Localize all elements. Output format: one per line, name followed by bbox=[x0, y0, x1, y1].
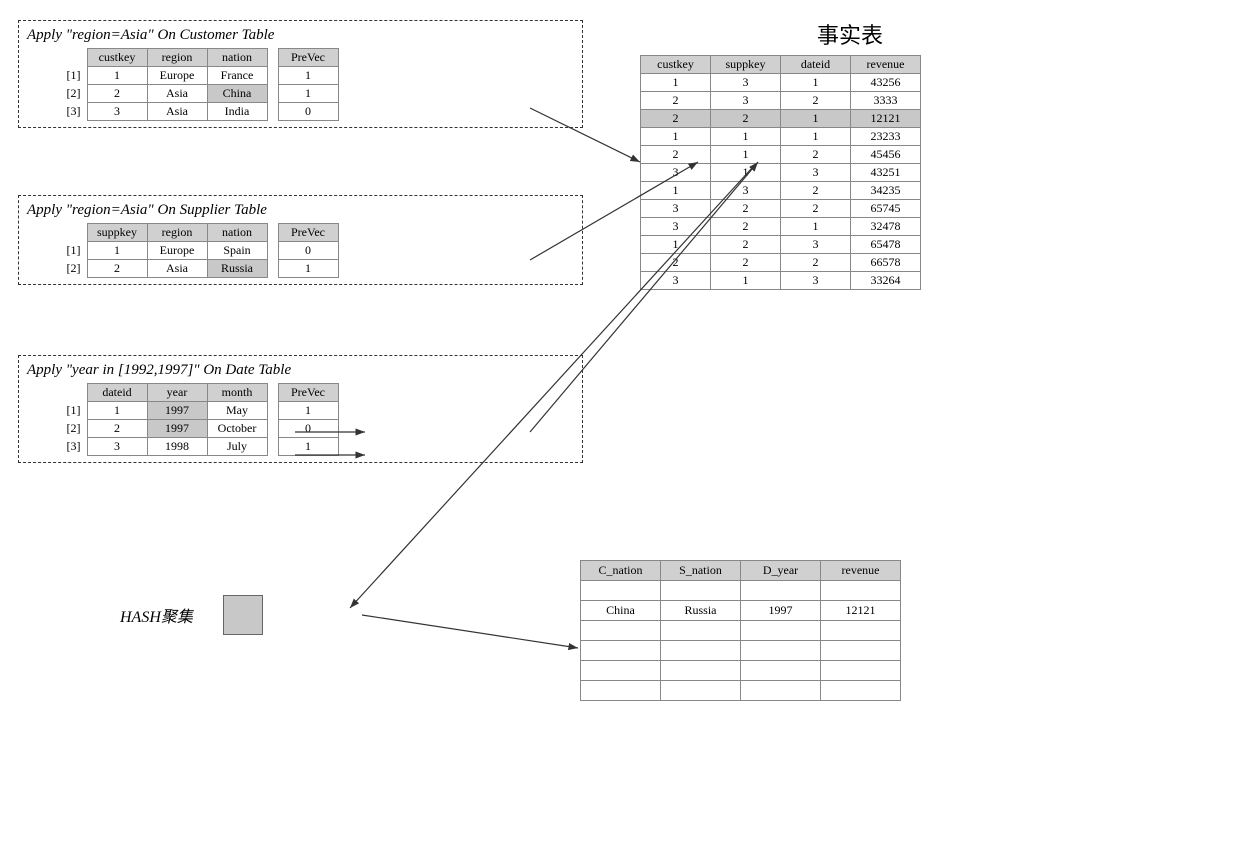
date-row-3: [3] 3 1998 July bbox=[27, 438, 267, 456]
result-table: C_nation S_nation D_year revenue ChinaRu… bbox=[580, 560, 901, 701]
hash-label: HASH聚集 bbox=[120, 603, 193, 627]
supplier-col-nation: nation bbox=[207, 224, 267, 242]
customer-row-3: [3] 3 Asia India bbox=[27, 103, 267, 121]
customer-title: Apply "region=Asia" On Customer Table bbox=[27, 27, 574, 44]
date-table: dateid year month [1] 1 1997 May [2] 2 bbox=[27, 383, 268, 456]
supplier-table: suppkey region nation [1] 1 Europe Spain… bbox=[27, 223, 268, 278]
date-table-area: dateid year month [1] 1 1997 May [2] 2 bbox=[27, 383, 574, 456]
main-container: 事实表 Apply "region=Asia" On Customer Tabl… bbox=[0, 0, 1240, 851]
fact-row: 31343251 bbox=[641, 164, 921, 182]
customer-row-1: [1] 1 Europe France bbox=[27, 67, 267, 85]
result-col-snation: S_nation bbox=[661, 561, 741, 581]
fact-row: 32132478 bbox=[641, 218, 921, 236]
fact-table-container: custkey suppkey dateid revenue 13143256 … bbox=[640, 55, 921, 290]
date-col-month: month bbox=[207, 384, 267, 402]
date-row-2: [2] 2 1997 October bbox=[27, 420, 267, 438]
result-row-empty bbox=[581, 621, 901, 641]
date-prevec-table: PreVec 1 0 1 bbox=[278, 383, 339, 456]
hash-box bbox=[223, 595, 263, 635]
supplier-row-2: [2] 2 Asia Russia bbox=[27, 260, 267, 278]
fact-col-suppkey: suppkey bbox=[711, 56, 781, 74]
fact-row-shaded: 22112121 bbox=[641, 110, 921, 128]
result-col-dyear: D_year bbox=[741, 561, 821, 581]
result-row-empty bbox=[581, 581, 901, 601]
supplier-title: Apply "region=Asia" On Supplier Table bbox=[27, 202, 574, 219]
date-row-1: [1] 1 1997 May bbox=[27, 402, 267, 420]
result-row-empty bbox=[581, 681, 901, 701]
customer-col-nation: nation bbox=[207, 49, 267, 67]
date-section: Apply "year in [1992,1997]" On Date Tabl… bbox=[18, 355, 583, 463]
fact-row: 31333264 bbox=[641, 272, 921, 290]
supplier-prevec-table: PreVec 0 1 bbox=[278, 223, 339, 278]
supplier-row-1: [1] 1 Europe Spain bbox=[27, 242, 267, 260]
customer-section: Apply "region=Asia" On Customer Table cu… bbox=[18, 20, 583, 128]
date-col-dateid: dateid bbox=[87, 384, 147, 402]
date-title: Apply "year in [1992,1997]" On Date Tabl… bbox=[27, 362, 574, 379]
fact-row: 11123233 bbox=[641, 128, 921, 146]
fact-col-dateid: dateid bbox=[781, 56, 851, 74]
customer-col-region: region bbox=[147, 49, 207, 67]
fact-row: 13143256 bbox=[641, 74, 921, 92]
customer-prevec-table: PreVec 1 1 0 bbox=[278, 48, 339, 121]
result-row-empty bbox=[581, 661, 901, 681]
fact-col-revenue: revenue bbox=[851, 56, 921, 74]
result-col-revenue: revenue bbox=[821, 561, 901, 581]
arrow-hash-to-result bbox=[362, 615, 578, 648]
customer-table-area: custkey region nation [1] 1 Europe Franc… bbox=[27, 48, 574, 121]
fact-table: custkey suppkey dateid revenue 13143256 … bbox=[640, 55, 921, 290]
result-row-data: ChinaRussia199712121 bbox=[581, 601, 901, 621]
zh-title: 事实表 bbox=[700, 18, 1000, 50]
customer-table: custkey region nation [1] 1 Europe Franc… bbox=[27, 48, 268, 121]
fact-col-custkey: custkey bbox=[641, 56, 711, 74]
result-table-container: C_nation S_nation D_year revenue ChinaRu… bbox=[580, 560, 901, 701]
supplier-col-region: region bbox=[147, 224, 207, 242]
date-col-year: year bbox=[147, 384, 207, 402]
supplier-section: Apply "region=Asia" On Supplier Table su… bbox=[18, 195, 583, 285]
fact-row: 21245456 bbox=[641, 146, 921, 164]
fact-row: 13234235 bbox=[641, 182, 921, 200]
fact-row: 12365478 bbox=[641, 236, 921, 254]
result-col-cnation: C_nation bbox=[581, 561, 661, 581]
fact-row: 22266578 bbox=[641, 254, 921, 272]
supplier-table-area: suppkey region nation [1] 1 Europe Spain… bbox=[27, 223, 574, 278]
customer-col-custkey: custkey bbox=[87, 49, 147, 67]
supplier-col-suppkey: suppkey bbox=[87, 224, 147, 242]
customer-row-2: [2] 2 Asia China bbox=[27, 85, 267, 103]
hash-section: HASH聚集 bbox=[120, 595, 263, 635]
result-row-empty bbox=[581, 641, 901, 661]
fact-row: 2323333 bbox=[641, 92, 921, 110]
fact-row: 32265745 bbox=[641, 200, 921, 218]
